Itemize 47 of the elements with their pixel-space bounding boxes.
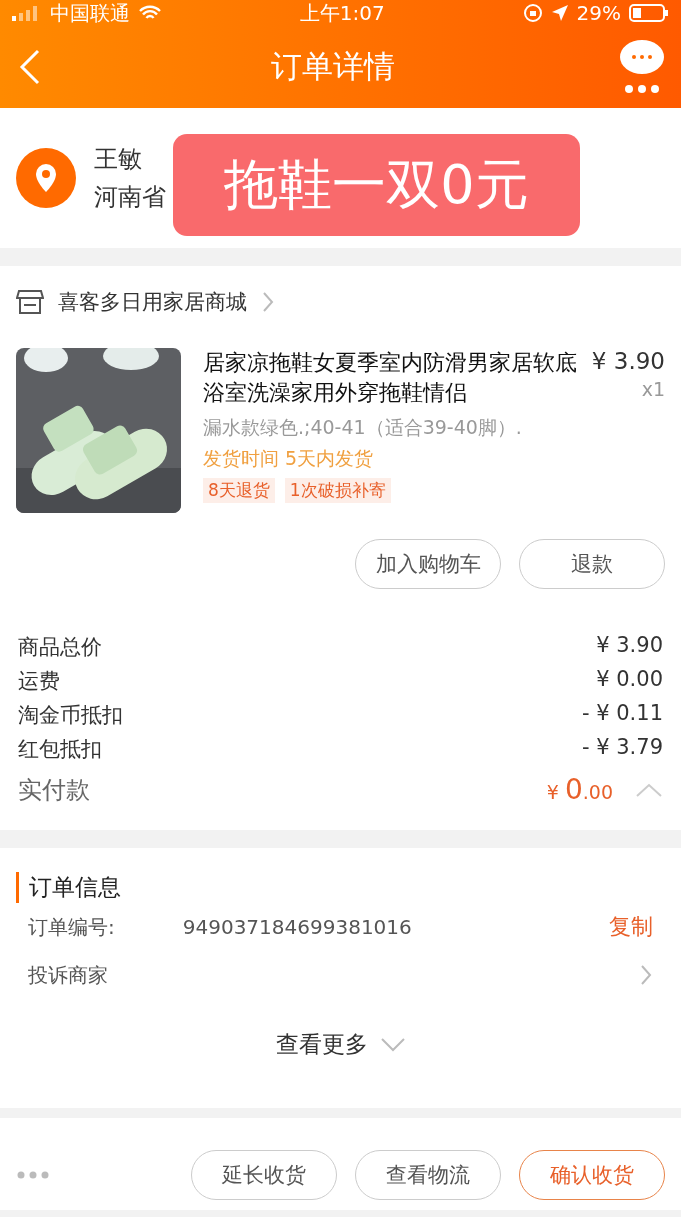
service-tag: 1次破损补寄 [284,478,391,503]
item-action-button[interactable]: 加入购物车 [355,539,501,589]
clock-time: 上午1:07 [298,0,386,27]
chevron-right-icon[interactable] [261,290,275,314]
order-action-button[interactable]: 延长收货 [191,1150,337,1200]
price-label: 红包抵扣 [18,736,102,763]
carrier-name: 中国联通 [50,0,130,27]
section-title: 订单信息 [16,872,665,903]
quantity: x1 [640,378,665,400]
shipping-time: 发货时间 5天内发货 [203,446,375,471]
product-spec: 漏水款绿色.;40-41（适合39-40脚）. [203,415,523,440]
price-label: 商品总价 [18,634,102,661]
service-tag: 8天退货 [203,478,275,503]
info-label: 订单编号: [28,913,115,941]
paid-amount: 0.00 [564,773,613,806]
order-number: 949037184699381016 [181,915,413,939]
item-action-button[interactable]: 退款 [519,539,665,589]
location-pin-icon [16,148,76,208]
rotation-lock-icon [522,3,543,23]
shop-name[interactable]: 喜客多日用家居商城 [58,288,247,316]
chevron-right-icon[interactable] [639,963,653,987]
address-text: 河南省 [94,182,166,213]
product-title: 居家凉拖鞋女夏季室内防滑男家居软底浴室洗澡家用外穿拖鞋情侣 [203,349,578,407]
price-value: - ¥ 0.11 [581,701,663,727]
price-label: 运费 [18,668,60,695]
chevron-icon[interactable] [635,781,663,798]
view-more-link[interactable]: 查看更多 [275,1029,368,1060]
price-value: - ¥ 3.79 [581,735,663,761]
price-value: ¥ 0.00 [596,667,663,693]
battery-percent: 29% [576,1,621,25]
battery-icon [629,3,669,23]
currency-sign: ¥ [546,781,559,803]
store-icon [16,289,44,315]
chevron-down-icon[interactable] [379,1036,406,1053]
page-title: 订单详情 [269,47,396,86]
wifi-icon [138,4,162,22]
recipient-name: 王敏 [94,145,142,173]
more-menu-icon[interactable] [619,39,665,95]
location-arrow-icon [550,4,569,22]
complaint-link[interactable]: 投诉商家 [28,961,639,989]
more-dots-icon[interactable] [16,1170,50,1180]
promo-banner: 拖鞋一双0元 [173,134,580,236]
price-label: 淘金币抵扣 [18,702,123,729]
product-price: ¥ 3.90 [591,348,665,374]
price-value: ¥ 3.90 [596,633,663,659]
paid-label: 实付款 [18,774,91,806]
order-action-button[interactable]: 查看物流 [355,1150,501,1200]
